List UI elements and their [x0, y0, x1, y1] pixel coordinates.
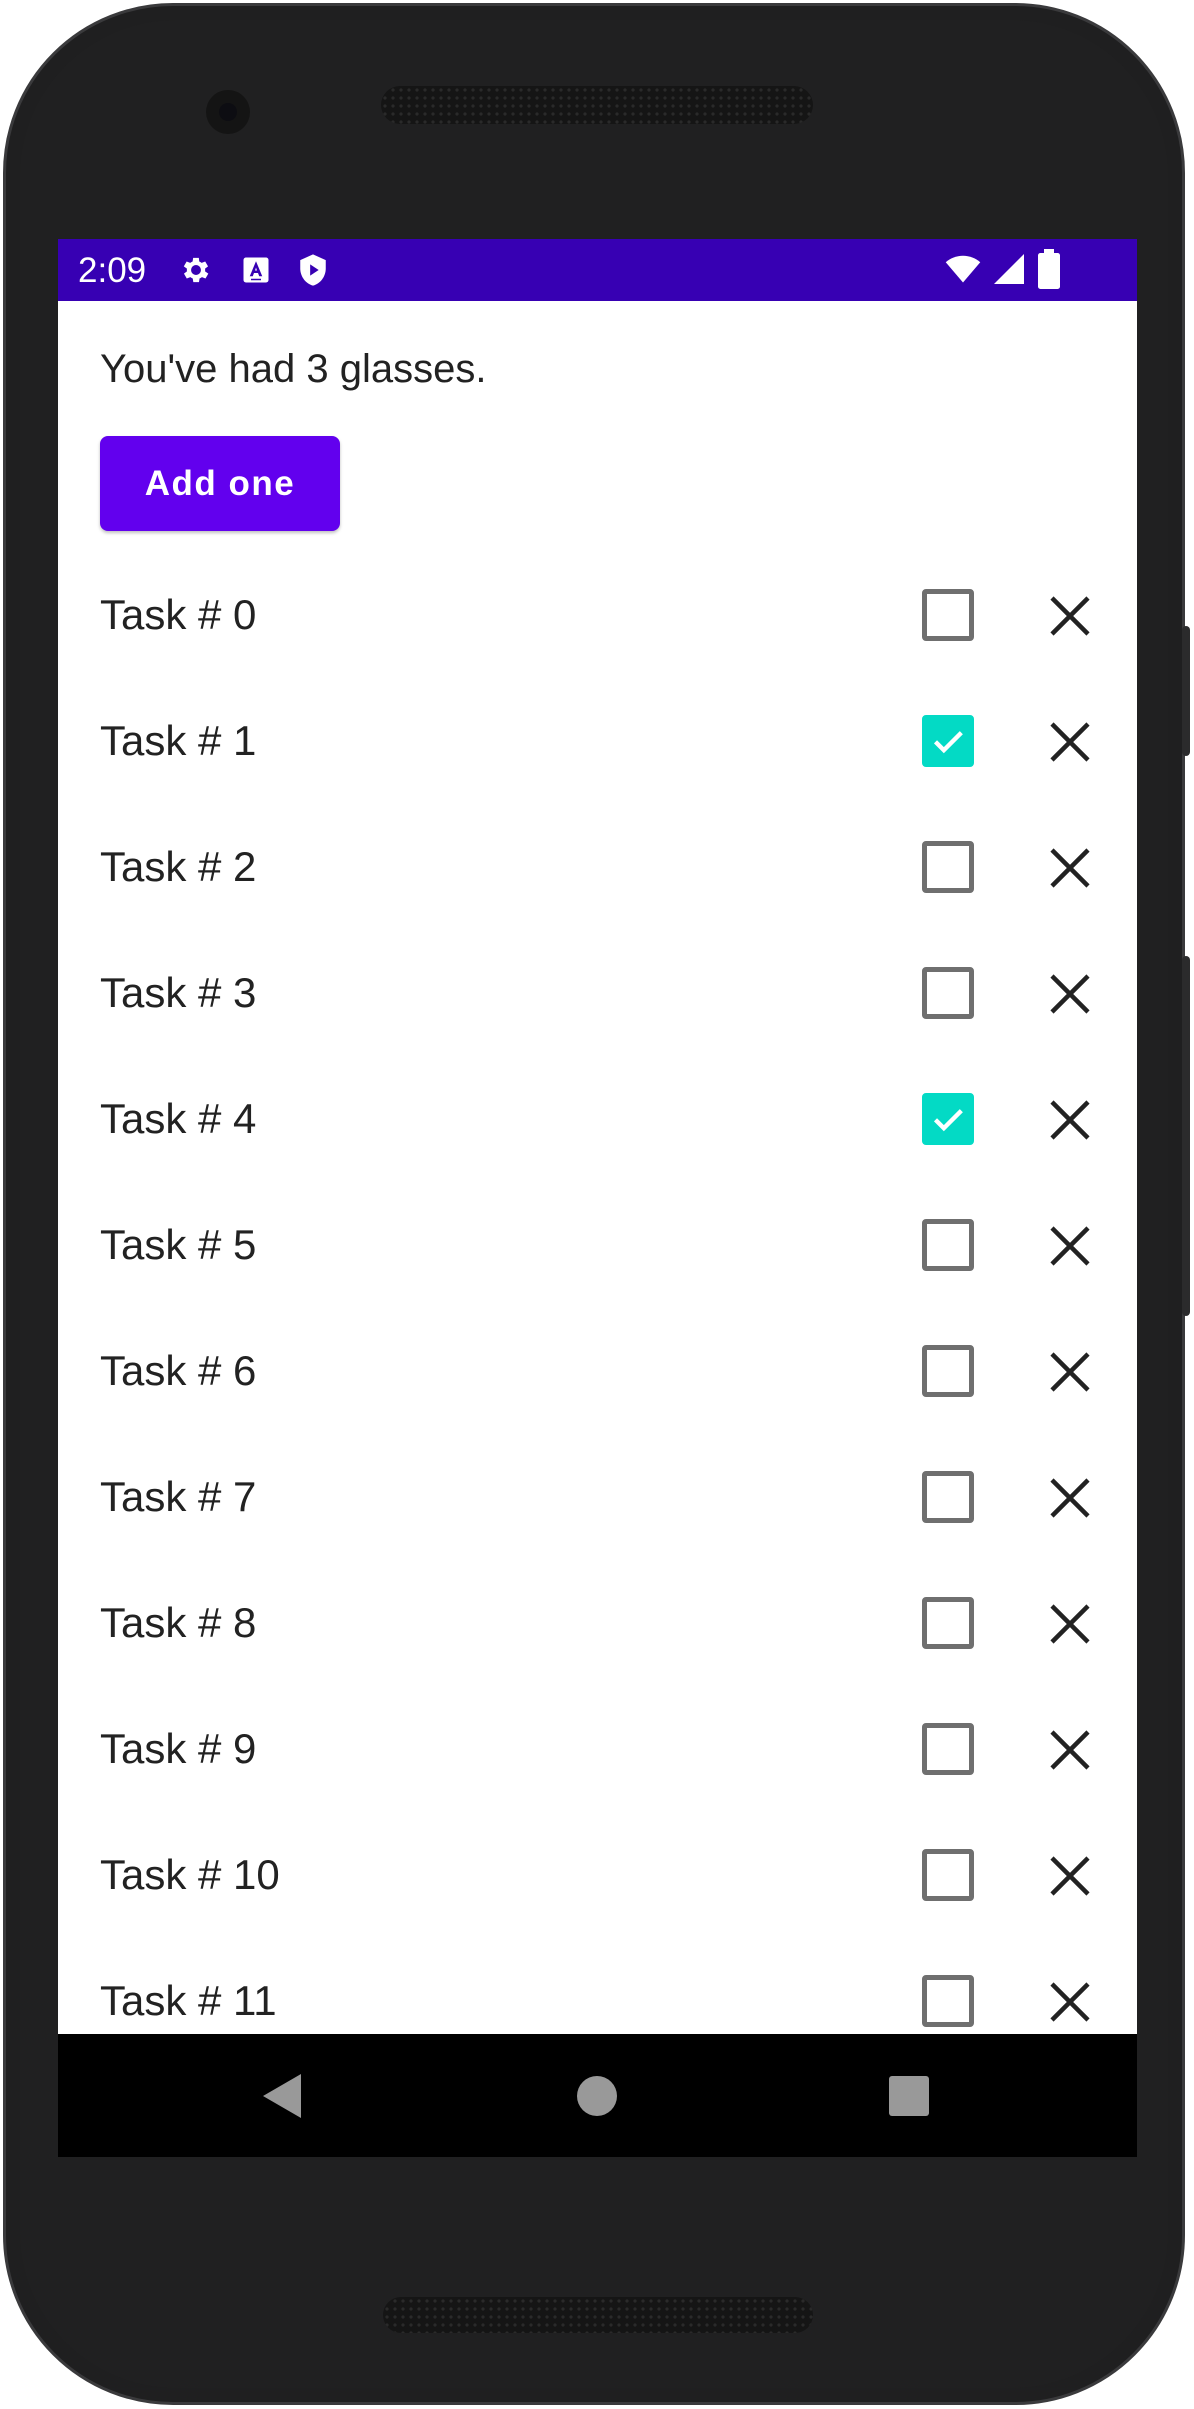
task-checkbox[interactable] [922, 1345, 974, 1397]
task-row: Task # 0 [58, 552, 1137, 678]
task-checkbox[interactable] [922, 1597, 974, 1649]
close-icon[interactable] [1048, 846, 1092, 890]
task-checkbox[interactable] [922, 1093, 974, 1145]
task-label: Task # 5 [100, 1221, 257, 1268]
bottom-speaker [383, 2297, 813, 2333]
close-icon[interactable] [1048, 1854, 1092, 1898]
navigation-bar [58, 2034, 1137, 2157]
task-label: Task # 0 [100, 591, 257, 638]
water-count-text: You've had 3 glasses. [100, 347, 487, 391]
gear-icon [179, 253, 213, 292]
close-icon[interactable] [1048, 1224, 1092, 1268]
task-list[interactable]: Task # 0 Task # 1 Task # 2 Task # 3 Task # 4… [58, 552, 1137, 2064]
task-checkbox[interactable] [922, 841, 974, 893]
task-checkbox[interactable] [922, 1723, 974, 1775]
task-row: Task # 6 [58, 1308, 1137, 1434]
content: You've had 3 glasses. Add one Task # 0 Ta… [58, 301, 1137, 2157]
recents-icon[interactable] [889, 2076, 929, 2121]
task-row: Task # 7 [58, 1434, 1137, 1560]
power-button [1182, 626, 1190, 756]
task-label: Task # 10 [100, 1851, 280, 1898]
task-label: Task # 11 [100, 1977, 277, 2024]
status-time: 2:09 [78, 251, 147, 290]
task-checkbox[interactable] [922, 715, 974, 767]
task-row: Task # 2 [58, 804, 1137, 930]
task-checkbox[interactable] [922, 1975, 974, 2027]
task-row: Task # 10 [58, 1812, 1137, 1938]
task-label: Task # 7 [100, 1473, 257, 1520]
task-row: Task # 8 [58, 1560, 1137, 1686]
battery-icon [1036, 249, 1062, 294]
task-checkbox[interactable] [922, 1849, 974, 1901]
close-icon[interactable] [1048, 1602, 1092, 1646]
top-speaker [381, 86, 813, 124]
task-label: Task # 8 [100, 1599, 257, 1646]
close-icon[interactable] [1048, 1098, 1092, 1142]
close-icon[interactable] [1048, 1350, 1092, 1394]
checkmark-icon [933, 731, 963, 754]
task-checkbox[interactable] [922, 967, 974, 1019]
task-row: Task # 1 [58, 678, 1137, 804]
accessibility-text-icon [241, 255, 271, 290]
add-one-button[interactable]: Add one [100, 436, 340, 531]
task-label: Task # 2 [100, 843, 257, 890]
checkmark-icon [933, 1109, 963, 1132]
phone-frame: 2:09 You've had 3 glasses. Add one Task … [3, 3, 1190, 2405]
play-protect-icon [296, 252, 330, 293]
close-icon[interactable] [1048, 1980, 1092, 2024]
close-icon[interactable] [1048, 1728, 1092, 1772]
task-row: Task # 9 [58, 1686, 1137, 1812]
task-row: Task # 5 [58, 1182, 1137, 1308]
task-label: Task # 6 [100, 1347, 257, 1394]
task-row: Task # 4 [58, 1056, 1137, 1182]
back-icon[interactable] [263, 2074, 303, 2123]
home-icon[interactable] [577, 2076, 617, 2121]
close-icon[interactable] [1048, 720, 1092, 764]
task-checkbox[interactable] [922, 1471, 974, 1523]
close-icon[interactable] [1048, 1476, 1092, 1520]
screen: 2:09 You've had 3 glasses. Add one Task … [58, 239, 1137, 2157]
task-checkbox[interactable] [922, 1219, 974, 1271]
cell-signal-icon [991, 251, 1027, 292]
front-camera [206, 90, 250, 134]
task-checkbox[interactable] [922, 589, 974, 641]
close-icon[interactable] [1048, 972, 1092, 1016]
volume-button [1182, 956, 1190, 1316]
task-label: Task # 3 [100, 969, 257, 1016]
close-icon[interactable] [1048, 594, 1092, 638]
task-label: Task # 1 [100, 717, 257, 764]
status-bar: 2:09 [58, 239, 1137, 301]
task-row: Task # 3 [58, 930, 1137, 1056]
task-label: Task # 9 [100, 1725, 257, 1772]
wifi-icon [944, 251, 982, 292]
task-label: Task # 4 [100, 1095, 257, 1142]
